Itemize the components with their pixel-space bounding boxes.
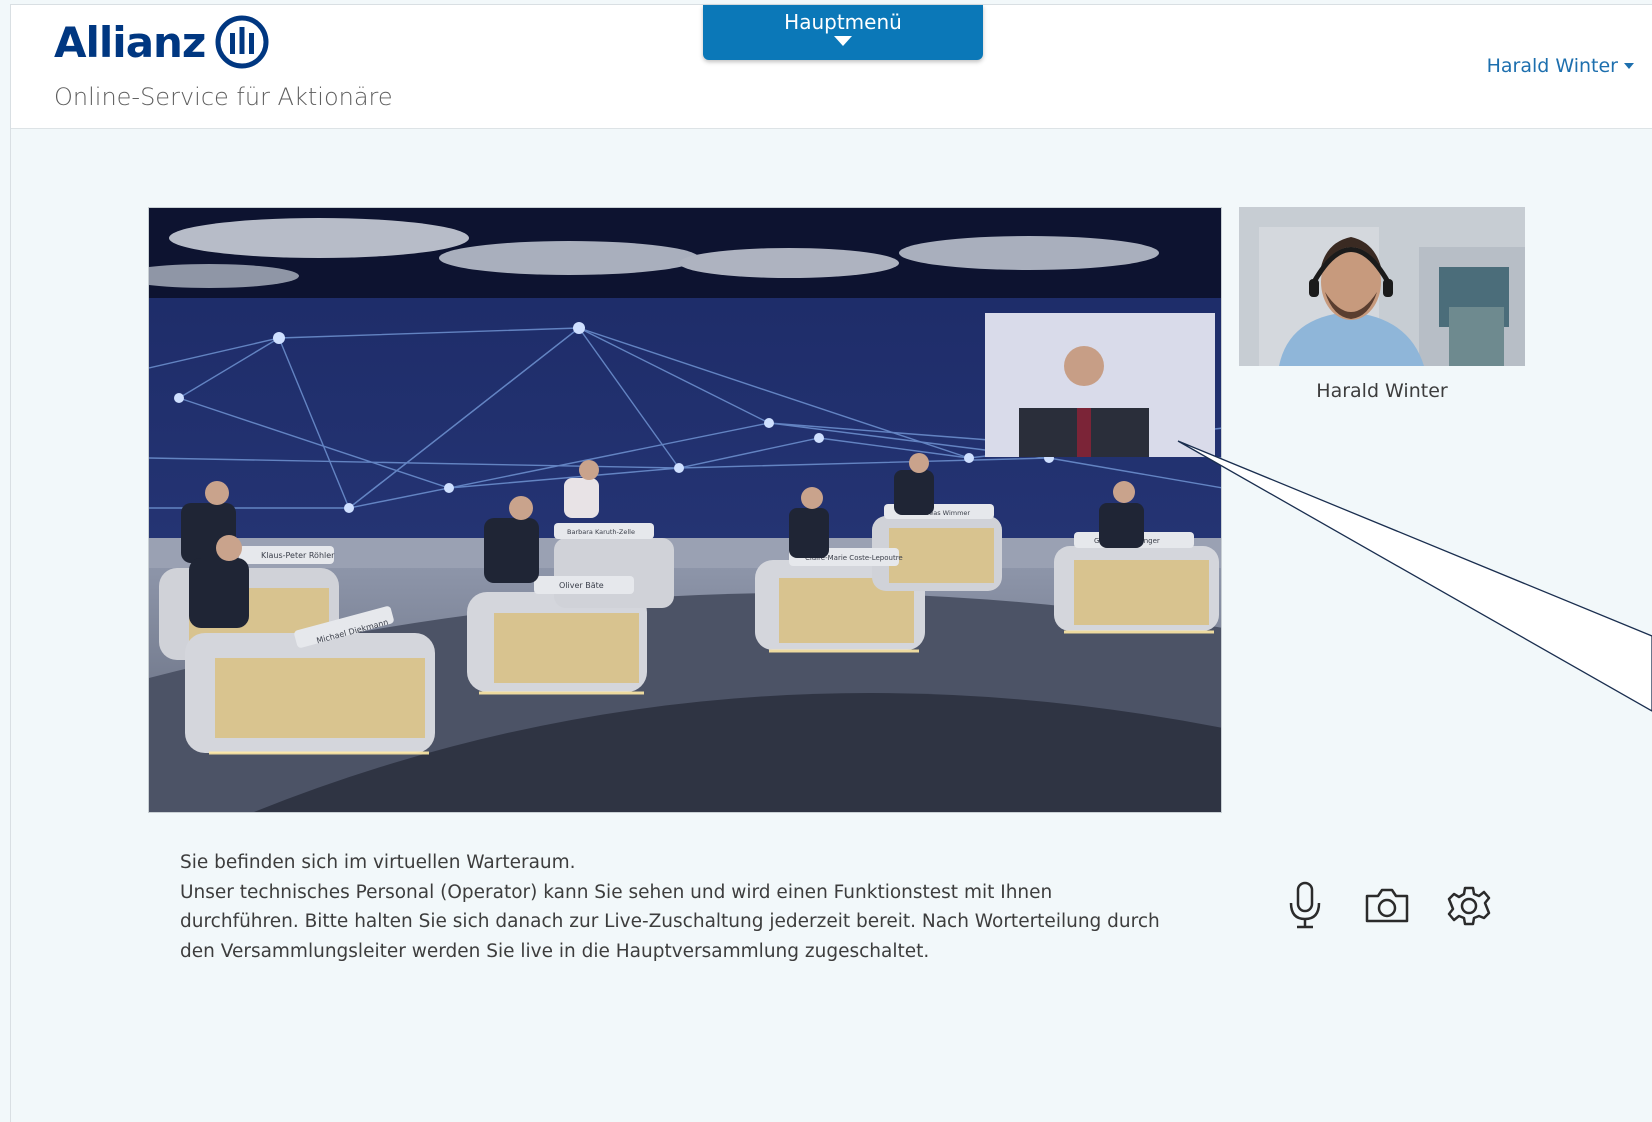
settings-button[interactable] xyxy=(1446,880,1492,930)
self-view-name: Harald Winter xyxy=(1316,380,1448,402)
user-menu[interactable]: Harald Winter xyxy=(1487,55,1634,77)
allianz-eagle-icon xyxy=(215,15,269,69)
camera-button[interactable] xyxy=(1364,880,1410,930)
main-menu-button[interactable]: Hauptmenü xyxy=(703,5,983,60)
self-view-video xyxy=(1239,207,1525,366)
user-menu-name: Harald Winter xyxy=(1486,55,1618,77)
callout-pointer xyxy=(1177,440,1652,712)
main-menu-label: Hauptmenü xyxy=(784,10,902,34)
nameplate-label: Oliver Bäte xyxy=(559,581,604,590)
allianz-logo[interactable]: Allianz xyxy=(54,15,269,69)
main-video-stream: Klaus-Peter Röhler Michael Diekmann Oliv… xyxy=(148,207,1222,813)
camera-icon xyxy=(1365,888,1409,923)
microphone-icon xyxy=(1289,881,1321,929)
caret-down-icon xyxy=(834,36,852,46)
waiting-room-message: Sie befinden sich im virtuellen Warterau… xyxy=(180,848,1160,966)
settings-gear-icon xyxy=(1447,886,1491,926)
caret-down-icon xyxy=(1624,63,1634,69)
nameplate-label: Barbara Karuth-Zelle xyxy=(567,528,635,536)
site-subtitle: Online-Service für Aktionäre xyxy=(54,83,393,111)
microphone-button[interactable] xyxy=(1282,880,1328,930)
header: Allianz Online-Service für Aktionäre Hau… xyxy=(11,5,1652,129)
waiting-room-instructions: Unser technisches Personal (Operator) ka… xyxy=(180,881,1160,962)
nameplate-label: Klaus-Peter Röhler xyxy=(261,551,335,560)
self-view-scene xyxy=(1239,207,1525,366)
device-controls xyxy=(1282,880,1492,930)
logo-wordmark: Allianz xyxy=(54,17,206,67)
stage-scene: Klaus-Peter Röhler Michael Diekmann Oliv… xyxy=(149,208,1221,812)
waiting-room-heading: Sie befinden sich im virtuellen Warterau… xyxy=(180,852,576,873)
